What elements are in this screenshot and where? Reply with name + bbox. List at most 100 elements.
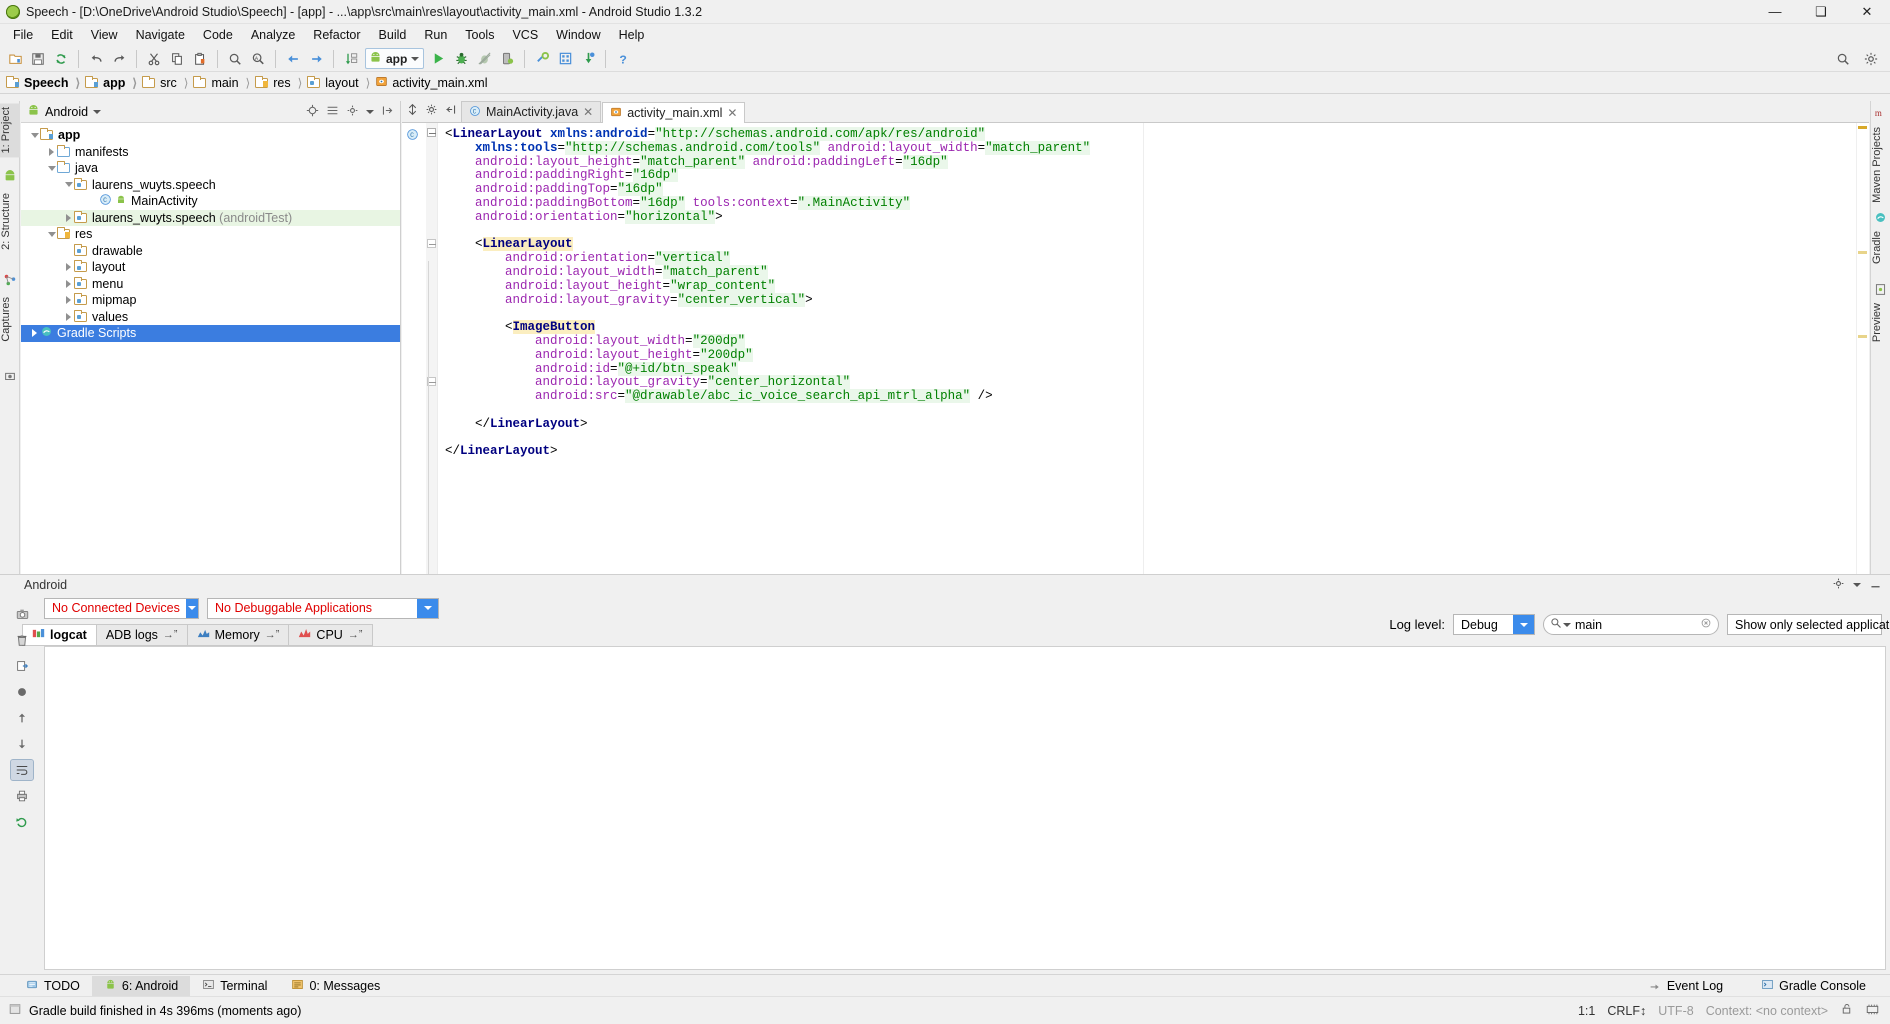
tree-item-layout[interactable]: layout (21, 259, 400, 276)
twisty-right-icon[interactable] (63, 296, 74, 305)
camera-icon[interactable] (11, 604, 33, 624)
tree-item-menu[interactable]: menu (21, 276, 400, 293)
sidebar-item-captures[interactable]: Captures (0, 293, 20, 346)
editor-tab-mainactivity-java[interactable]: C MainActivity.java ✕ (461, 101, 602, 122)
breadcrumb-item-main[interactable]: main ⟩ (193, 75, 255, 90)
editor-tab-activity-main-xml[interactable]: activity_main.xml ✕ (602, 102, 746, 123)
sync-icon[interactable] (50, 48, 72, 70)
expand-collapse-icon[interactable] (406, 103, 419, 119)
tab-terminal[interactable]: Terminal (190, 976, 279, 996)
find-icon[interactable] (224, 48, 246, 70)
collapse-all-icon[interactable] (326, 104, 339, 120)
twisty-right-icon[interactable] (63, 263, 74, 272)
tree-item-mainactivity[interactable]: C MainActivity (21, 193, 400, 210)
logcat-scope-combo[interactable]: Show only selected application (1727, 614, 1890, 635)
sidebar-item-preview[interactable]: Preview (1871, 299, 1890, 346)
tree-item-mipmap[interactable]: mipmap (21, 292, 400, 309)
menu-code[interactable]: Code (194, 26, 242, 44)
menu-tools[interactable]: Tools (456, 26, 503, 44)
menu-run[interactable]: Run (415, 26, 456, 44)
copy-icon[interactable] (166, 48, 188, 70)
print-icon[interactable] (11, 786, 33, 806)
warning-marker[interactable] (1858, 126, 1867, 129)
menu-refactor[interactable]: Refactor (304, 26, 369, 44)
tree-item-app[interactable]: app (21, 127, 400, 144)
save-all-icon[interactable] (27, 48, 49, 70)
context-indicator[interactable]: Context: <no context> (1706, 1004, 1828, 1018)
scroll-down-icon[interactable] (11, 734, 33, 754)
breadcrumb-item-src[interactable]: src ⟩ (142, 75, 193, 90)
record-icon[interactable] (11, 682, 33, 702)
hide-panel-icon[interactable] (444, 103, 457, 119)
attach-debugger-icon[interactable] (473, 48, 495, 70)
scroll-up-icon[interactable] (11, 708, 33, 728)
tree-item-values[interactable]: values (21, 309, 400, 326)
tree-item-res[interactable]: res (21, 226, 400, 243)
twisty-down-icon[interactable] (63, 182, 74, 188)
tab-todo[interactable]: TODO (14, 976, 92, 996)
project-view-selector[interactable]: Android (27, 104, 102, 120)
search-everywhere-icon[interactable] (1832, 48, 1854, 70)
gear-icon[interactable] (1832, 577, 1845, 593)
twisty-down-icon[interactable] (46, 231, 57, 237)
tab-event-log[interactable]: Event Log (1637, 976, 1735, 996)
replace-icon[interactable]: A (247, 48, 269, 70)
tab-android[interactable]: 6: Android (91, 975, 191, 996)
tab-messages[interactable]: 0: Messages (279, 976, 392, 996)
target-icon[interactable] (306, 104, 319, 120)
tab-memory[interactable]: Memory →ˮ (186, 624, 290, 646)
android-device-monitor-icon[interactable] (496, 48, 518, 70)
caret-position[interactable]: 1:1 (1578, 1004, 1595, 1018)
detach-icon[interactable]: →ˮ (348, 629, 363, 641)
line-separator[interactable]: CRLF↕ (1607, 1004, 1646, 1018)
forward-icon[interactable] (305, 48, 327, 70)
minimize-panel-icon[interactable] (1869, 577, 1882, 593)
menu-edit[interactable]: Edit (42, 26, 82, 44)
twisty-right-icon[interactable] (63, 279, 74, 288)
twisty-right-icon[interactable] (29, 329, 40, 338)
menu-analyze[interactable]: Analyze (242, 26, 304, 44)
redo-icon[interactable] (108, 48, 130, 70)
tree-item-package-main[interactable]: laurens_wuyts.speech (21, 177, 400, 194)
restart-icon[interactable] (11, 812, 33, 832)
breadcrumb-item-res[interactable]: res ⟩ (255, 75, 307, 90)
detach-icon[interactable]: →ˮ (163, 629, 178, 641)
chevron-down-icon[interactable] (417, 598, 438, 618)
tree-item-drawable[interactable]: drawable (21, 243, 400, 260)
tab-cpu[interactable]: CPU →ˮ (288, 624, 373, 646)
menu-window[interactable]: Window (547, 26, 609, 44)
unlocked-icon[interactable] (1840, 1002, 1853, 1019)
menu-view[interactable]: View (82, 26, 127, 44)
chevron-down-icon[interactable] (185, 598, 198, 618)
tree-item-manifests[interactable]: manifests (21, 144, 400, 161)
hide-panel-icon[interactable] (381, 104, 394, 120)
tree-item-gradle-scripts[interactable]: Gradle Scripts (21, 325, 400, 342)
tab-adb-logs[interactable]: ADB logs →ˮ (95, 624, 188, 646)
menu-help[interactable]: Help (610, 26, 654, 44)
gear-icon[interactable] (346, 104, 359, 120)
file-encoding[interactable]: UTF-8 (1658, 1004, 1693, 1018)
detach-icon[interactable]: →ˮ (265, 629, 280, 641)
fold-toggle-root[interactable] (427, 128, 436, 137)
breadcrumb-item-speech[interactable]: Speech ⟩ (6, 75, 85, 90)
close-icon[interactable]: ✕ (727, 106, 737, 120)
menu-navigate[interactable]: Navigate (127, 26, 194, 44)
run-icon[interactable] (427, 48, 449, 70)
java-class-marker-icon[interactable]: C (406, 128, 419, 144)
menu-build[interactable]: Build (370, 26, 416, 44)
warning-marker[interactable] (1858, 251, 1867, 254)
logcat-search-input[interactable]: main (1543, 614, 1719, 635)
twisty-right-icon[interactable] (63, 312, 74, 321)
debug-icon[interactable] (450, 48, 472, 70)
gear-icon[interactable] (425, 103, 438, 119)
maximize-button[interactable]: ❑ (1798, 0, 1844, 24)
logcat-output[interactable] (44, 646, 1886, 970)
twisty-down-icon[interactable] (29, 132, 40, 138)
minimize-button[interactable]: — (1752, 0, 1798, 24)
warning-marker[interactable] (1858, 335, 1867, 338)
menu-vcs[interactable]: VCS (503, 26, 547, 44)
chevron-down-icon[interactable] (1563, 622, 1571, 627)
menu-file[interactable]: File (4, 26, 42, 44)
tab-logcat[interactable]: logcat (22, 624, 97, 646)
breadcrumb-item-activity-main[interactable]: activity_main.xml (375, 75, 492, 91)
